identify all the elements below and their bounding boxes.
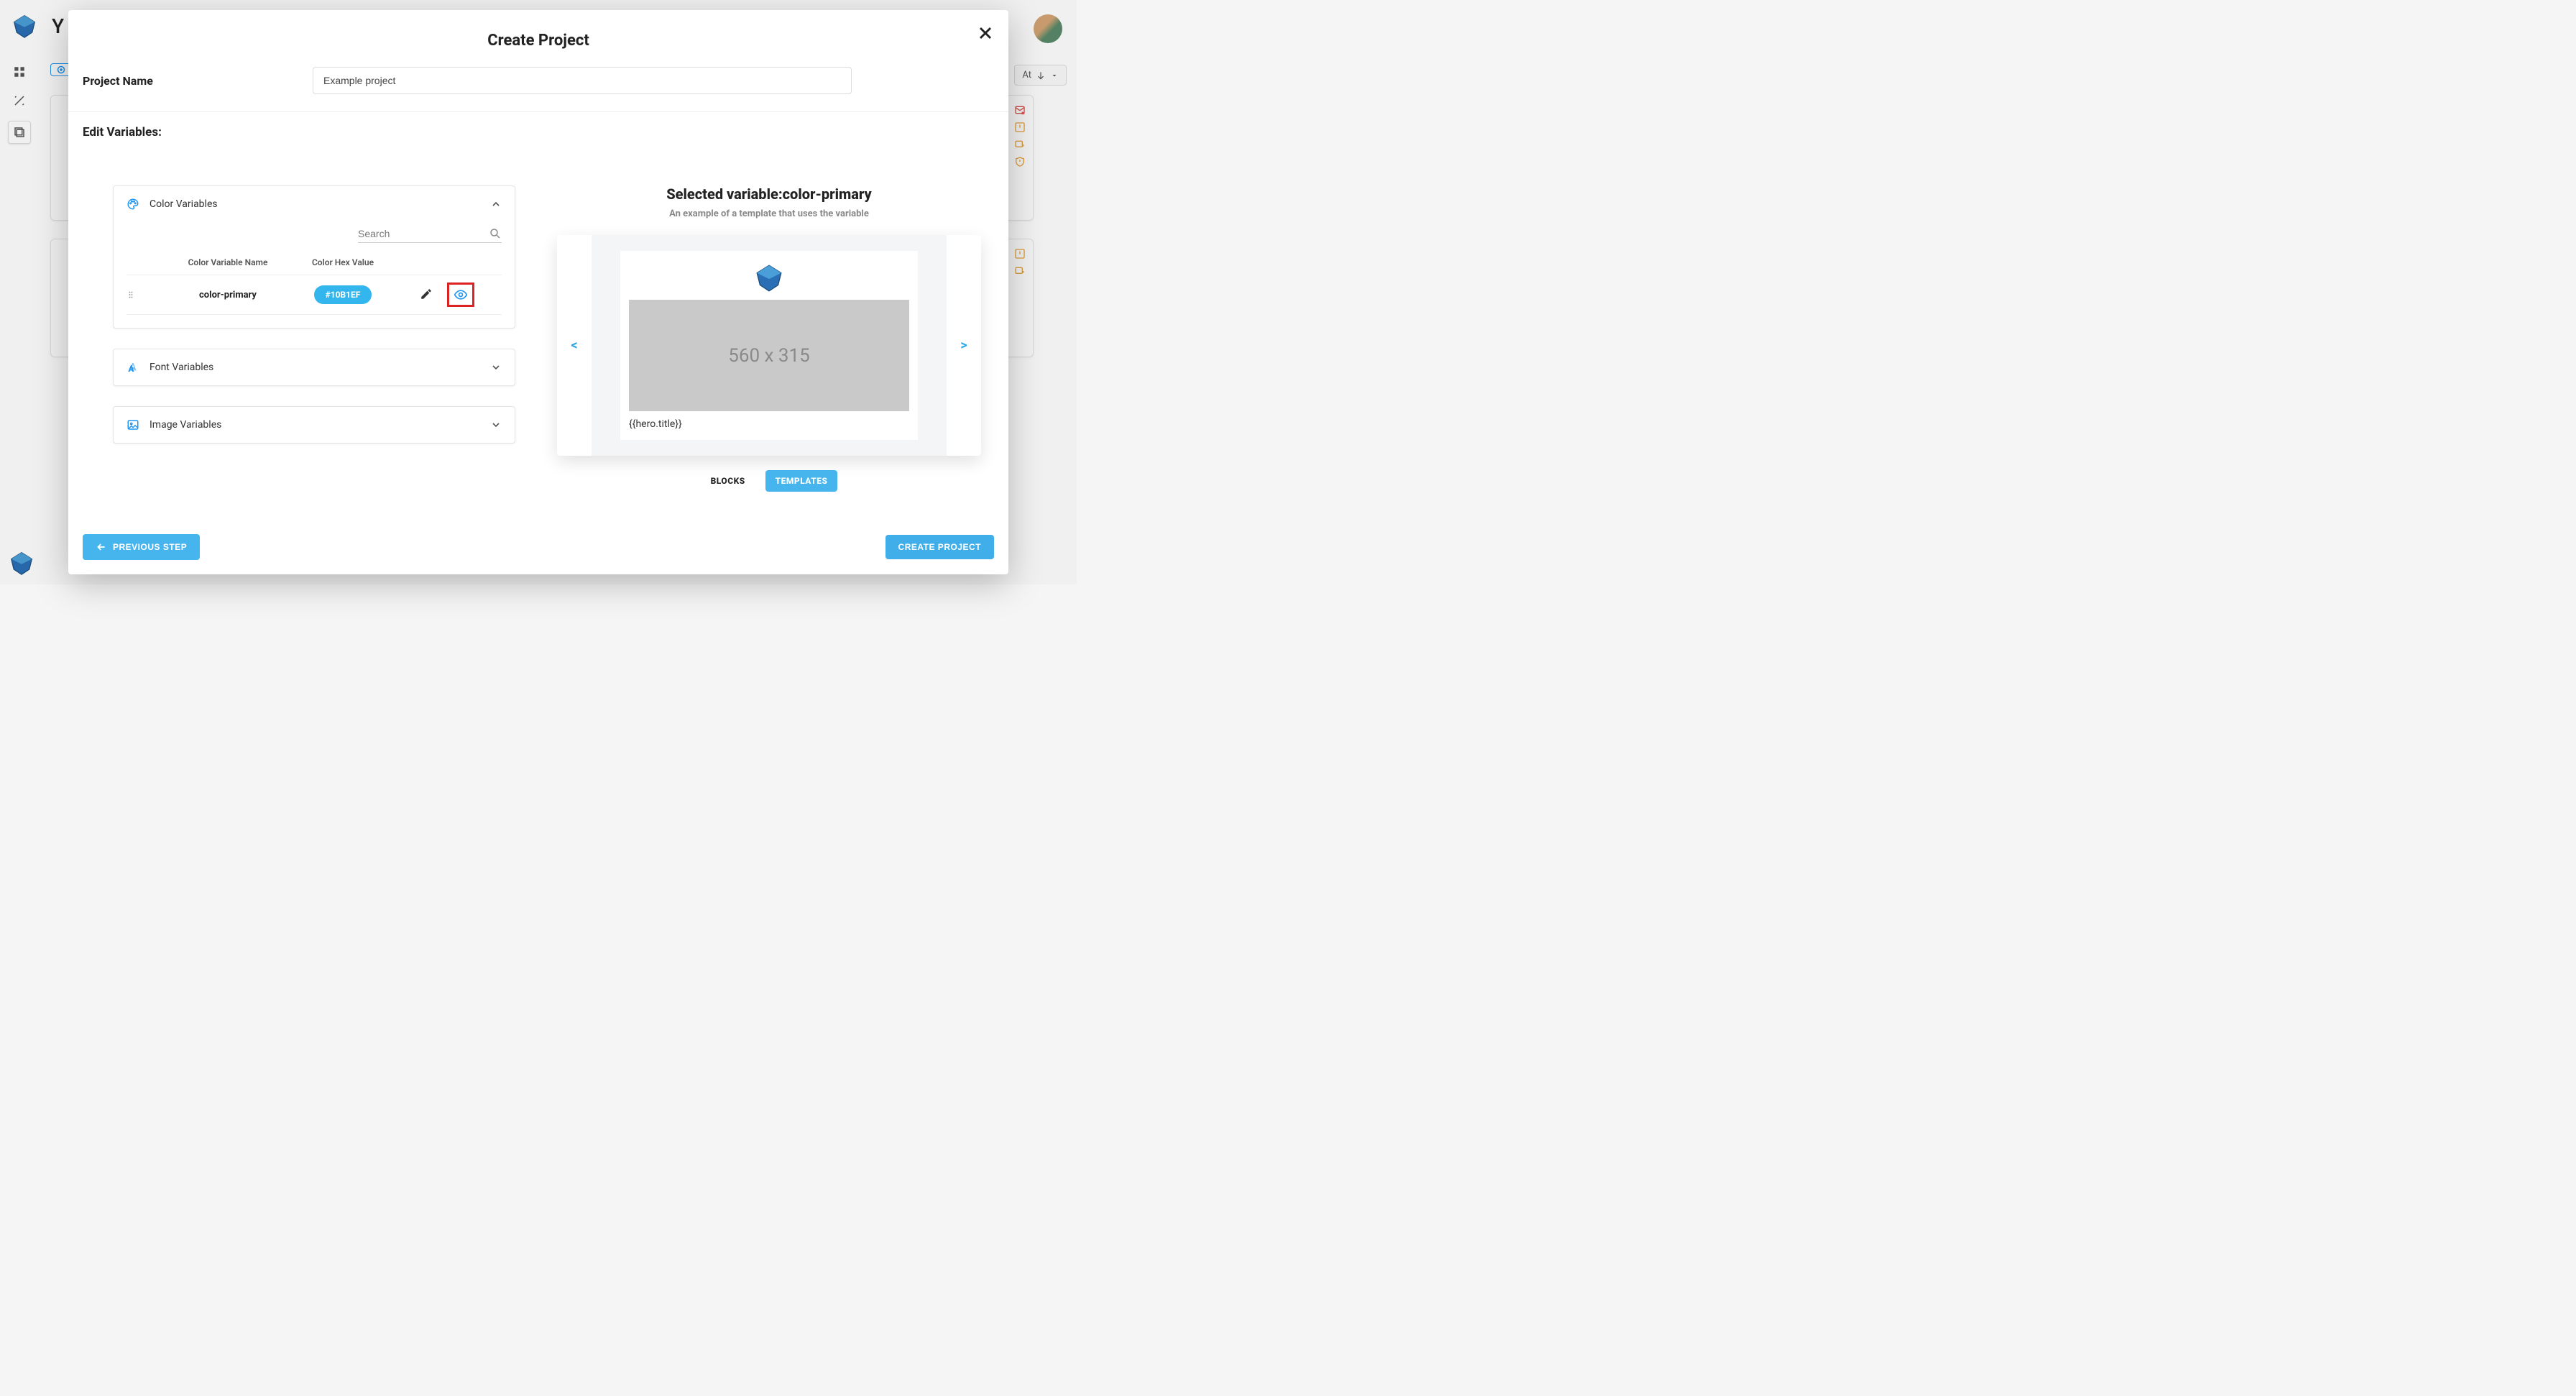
placeholder-image: 560 x 315: [629, 300, 909, 411]
search-input[interactable]: [358, 225, 502, 242]
previous-step-button[interactable]: PREVIOUS STEP: [83, 534, 200, 560]
eye-icon: [454, 288, 468, 302]
preview-tabs: BLOCKS TEMPLATES: [701, 470, 838, 492]
previous-step-label: PREVIOUS STEP: [113, 542, 187, 552]
chevron-down-icon: [490, 362, 502, 373]
accordion-label: Font Variables: [150, 362, 213, 373]
search-input-wrap: [358, 225, 502, 243]
preview-column: Selected variable:color-primary An examp…: [544, 185, 994, 492]
accordion-header-image[interactable]: Image Variables: [114, 407, 515, 443]
preview-card: < 560 x 315 {{hero.title}} >: [557, 235, 981, 456]
preview-next-button[interactable]: >: [947, 338, 981, 353]
modal-footer: PREVIOUS STEP CREATE PROJECT: [68, 523, 1008, 574]
preview-inner: 560 x 315 {{hero.title}}: [592, 235, 947, 456]
selected-subtitle: An example of a template that uses the v…: [669, 208, 869, 219]
two-column-layout: Color Variables: [80, 157, 997, 506]
accordion-color-variables: Color Variables: [113, 185, 515, 329]
preview-logo: [629, 260, 909, 300]
modal-body: Project Name Edit Variables: Color Varia…: [68, 67, 1008, 523]
create-project-label: CREATE PROJECT: [898, 542, 981, 552]
accordion-image-variables: Image Variables: [113, 406, 515, 444]
close-icon: [975, 23, 995, 43]
search-icon: [489, 227, 502, 240]
variables-column: Color Variables: [113, 185, 515, 492]
variable-name: color-primary: [167, 290, 289, 300]
tab-templates[interactable]: TEMPLATES: [765, 470, 838, 492]
color-variables-table: Color Variable Name Color Hex Value colo…: [126, 253, 502, 315]
edit-button[interactable]: [420, 288, 434, 302]
accordion-header-font[interactable]: Font Variables: [114, 349, 515, 385]
create-project-button[interactable]: CREATE PROJECT: [886, 535, 994, 559]
preview-prev-button[interactable]: <: [557, 338, 592, 353]
close-button[interactable]: [975, 23, 995, 43]
search-row: [126, 222, 502, 253]
preview-button-highlighted[interactable]: [447, 283, 474, 307]
image-icon: [126, 418, 139, 431]
divider: [68, 111, 1008, 112]
arrow-left-icon: [96, 541, 107, 553]
project-name-label: Project Name: [83, 74, 284, 88]
create-project-modal: Create Project Project Name Edit Variabl…: [68, 10, 1008, 574]
edit-variables-label: Edit Variables:: [80, 125, 997, 157]
col-hex-header: Color Hex Value: [289, 257, 397, 267]
drag-handle-icon[interactable]: [126, 289, 167, 300]
accordion-body-color: Color Variable Name Color Hex Value colo…: [114, 222, 515, 328]
selected-label: Selected variable:: [666, 185, 782, 203]
hex-chip[interactable]: #10B1EF: [289, 285, 397, 304]
preview-template: 560 x 315 {{hero.title}}: [620, 251, 918, 440]
project-name-input[interactable]: [313, 67, 852, 94]
row-actions: [420, 283, 502, 307]
chevron-down-icon: [490, 419, 502, 431]
accordion-label: Color Variables: [150, 198, 218, 210]
tab-blocks[interactable]: BLOCKS: [701, 470, 755, 492]
table-header: Color Variable Name Color Hex Value: [126, 253, 502, 275]
hero-title-placeholder: {{hero.title}}: [629, 411, 909, 430]
selected-variable-title: Selected variable:color-primary: [666, 185, 872, 203]
accordion-label: Image Variables: [150, 419, 221, 431]
chevron-up-icon: [490, 198, 502, 210]
col-name-header: Color Variable Name: [167, 257, 289, 267]
modal-title: Create Project: [68, 10, 1008, 67]
hex-value: #10B1EF: [314, 285, 372, 304]
project-name-row: Project Name: [80, 67, 997, 111]
font-icon: [126, 361, 139, 374]
accordion-header-color[interactable]: Color Variables: [114, 186, 515, 222]
palette-icon: [126, 198, 139, 211]
table-row: color-primary #10B1EF: [126, 275, 502, 315]
accordion-font-variables: Font Variables: [113, 349, 515, 386]
selected-value: color-primary: [783, 185, 872, 203]
